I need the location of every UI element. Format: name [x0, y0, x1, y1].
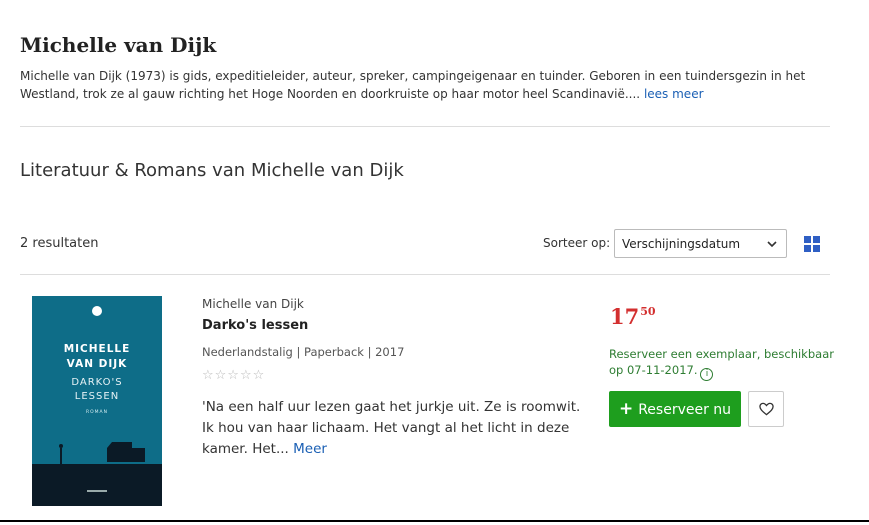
cover-author-line: MICHELLE [63, 343, 131, 355]
availability-label: Reserveer een exemplaar, beschikbaar op … [609, 347, 834, 377]
reserve-button-label: Reserveer nu [638, 402, 732, 418]
divider [0, 520, 869, 522]
rating-stars: ☆☆☆☆☆ [202, 368, 266, 383]
heart-icon [759, 402, 774, 416]
info-icon[interactable]: i [700, 368, 714, 381]
book-description: 'Na een half uur lezen gaat het jurkje u… [202, 397, 587, 460]
sort-select[interactable]: Verschijningsdatum [614, 229, 787, 258]
more-link[interactable]: Meer [293, 441, 327, 457]
wishlist-button[interactable] [748, 391, 784, 427]
price-cents: 50 [640, 305, 656, 318]
section-title: Literatuur & Romans van Michelle van Dij… [20, 160, 404, 181]
price-whole: 17 [610, 304, 640, 329]
read-more-link[interactable]: lees meer [644, 87, 704, 101]
sort-select-value: Verschijningsdatum [622, 237, 741, 251]
reserve-button[interactable]: + Reserveer nu [609, 391, 741, 427]
divider [20, 126, 830, 127]
book-author[interactable]: Michelle van Dijk [202, 297, 304, 311]
author-bio: Michelle van Dijk (1973) is gids, expedi… [20, 67, 820, 103]
cover-title-line: LESSEN [74, 391, 120, 402]
availability-text: Reserveer een exemplaar, beschikbaar op … [609, 346, 834, 381]
cover-genre: ROMAN [86, 410, 108, 415]
cover-author-line: VAN DIJK [66, 358, 128, 370]
author-name: Michelle van Dijk [20, 33, 217, 57]
grid-view-icon[interactable] [804, 236, 820, 252]
book-title[interactable]: Darko's lessen [202, 318, 308, 333]
book-cover[interactable]: MICHELLE VAN DIJK DARKO'S LESSEN ROMAN [32, 296, 162, 506]
book-meta: Nederlandstalig | Paperback | 2017 [202, 345, 405, 359]
cover-publisher-mark [87, 490, 107, 492]
sort-label: Sorteer op: [543, 236, 611, 250]
cover-title: DARKO'S LESSEN [32, 376, 162, 404]
description-text: 'Na een half uur lezen gaat het jurkje u… [202, 399, 581, 457]
cover-title-line: DARKO'S [71, 377, 123, 388]
cover-ground [32, 464, 162, 506]
plus-icon: + [618, 399, 634, 419]
cover-moon [92, 306, 102, 316]
price: 1750 [610, 304, 656, 329]
divider [20, 274, 830, 275]
cover-author: MICHELLE VAN DIJK [32, 342, 162, 372]
cover-van-silhouette [59, 442, 145, 464]
chevron-down-icon [767, 241, 777, 248]
results-count: 2 resultaten [20, 236, 99, 251]
